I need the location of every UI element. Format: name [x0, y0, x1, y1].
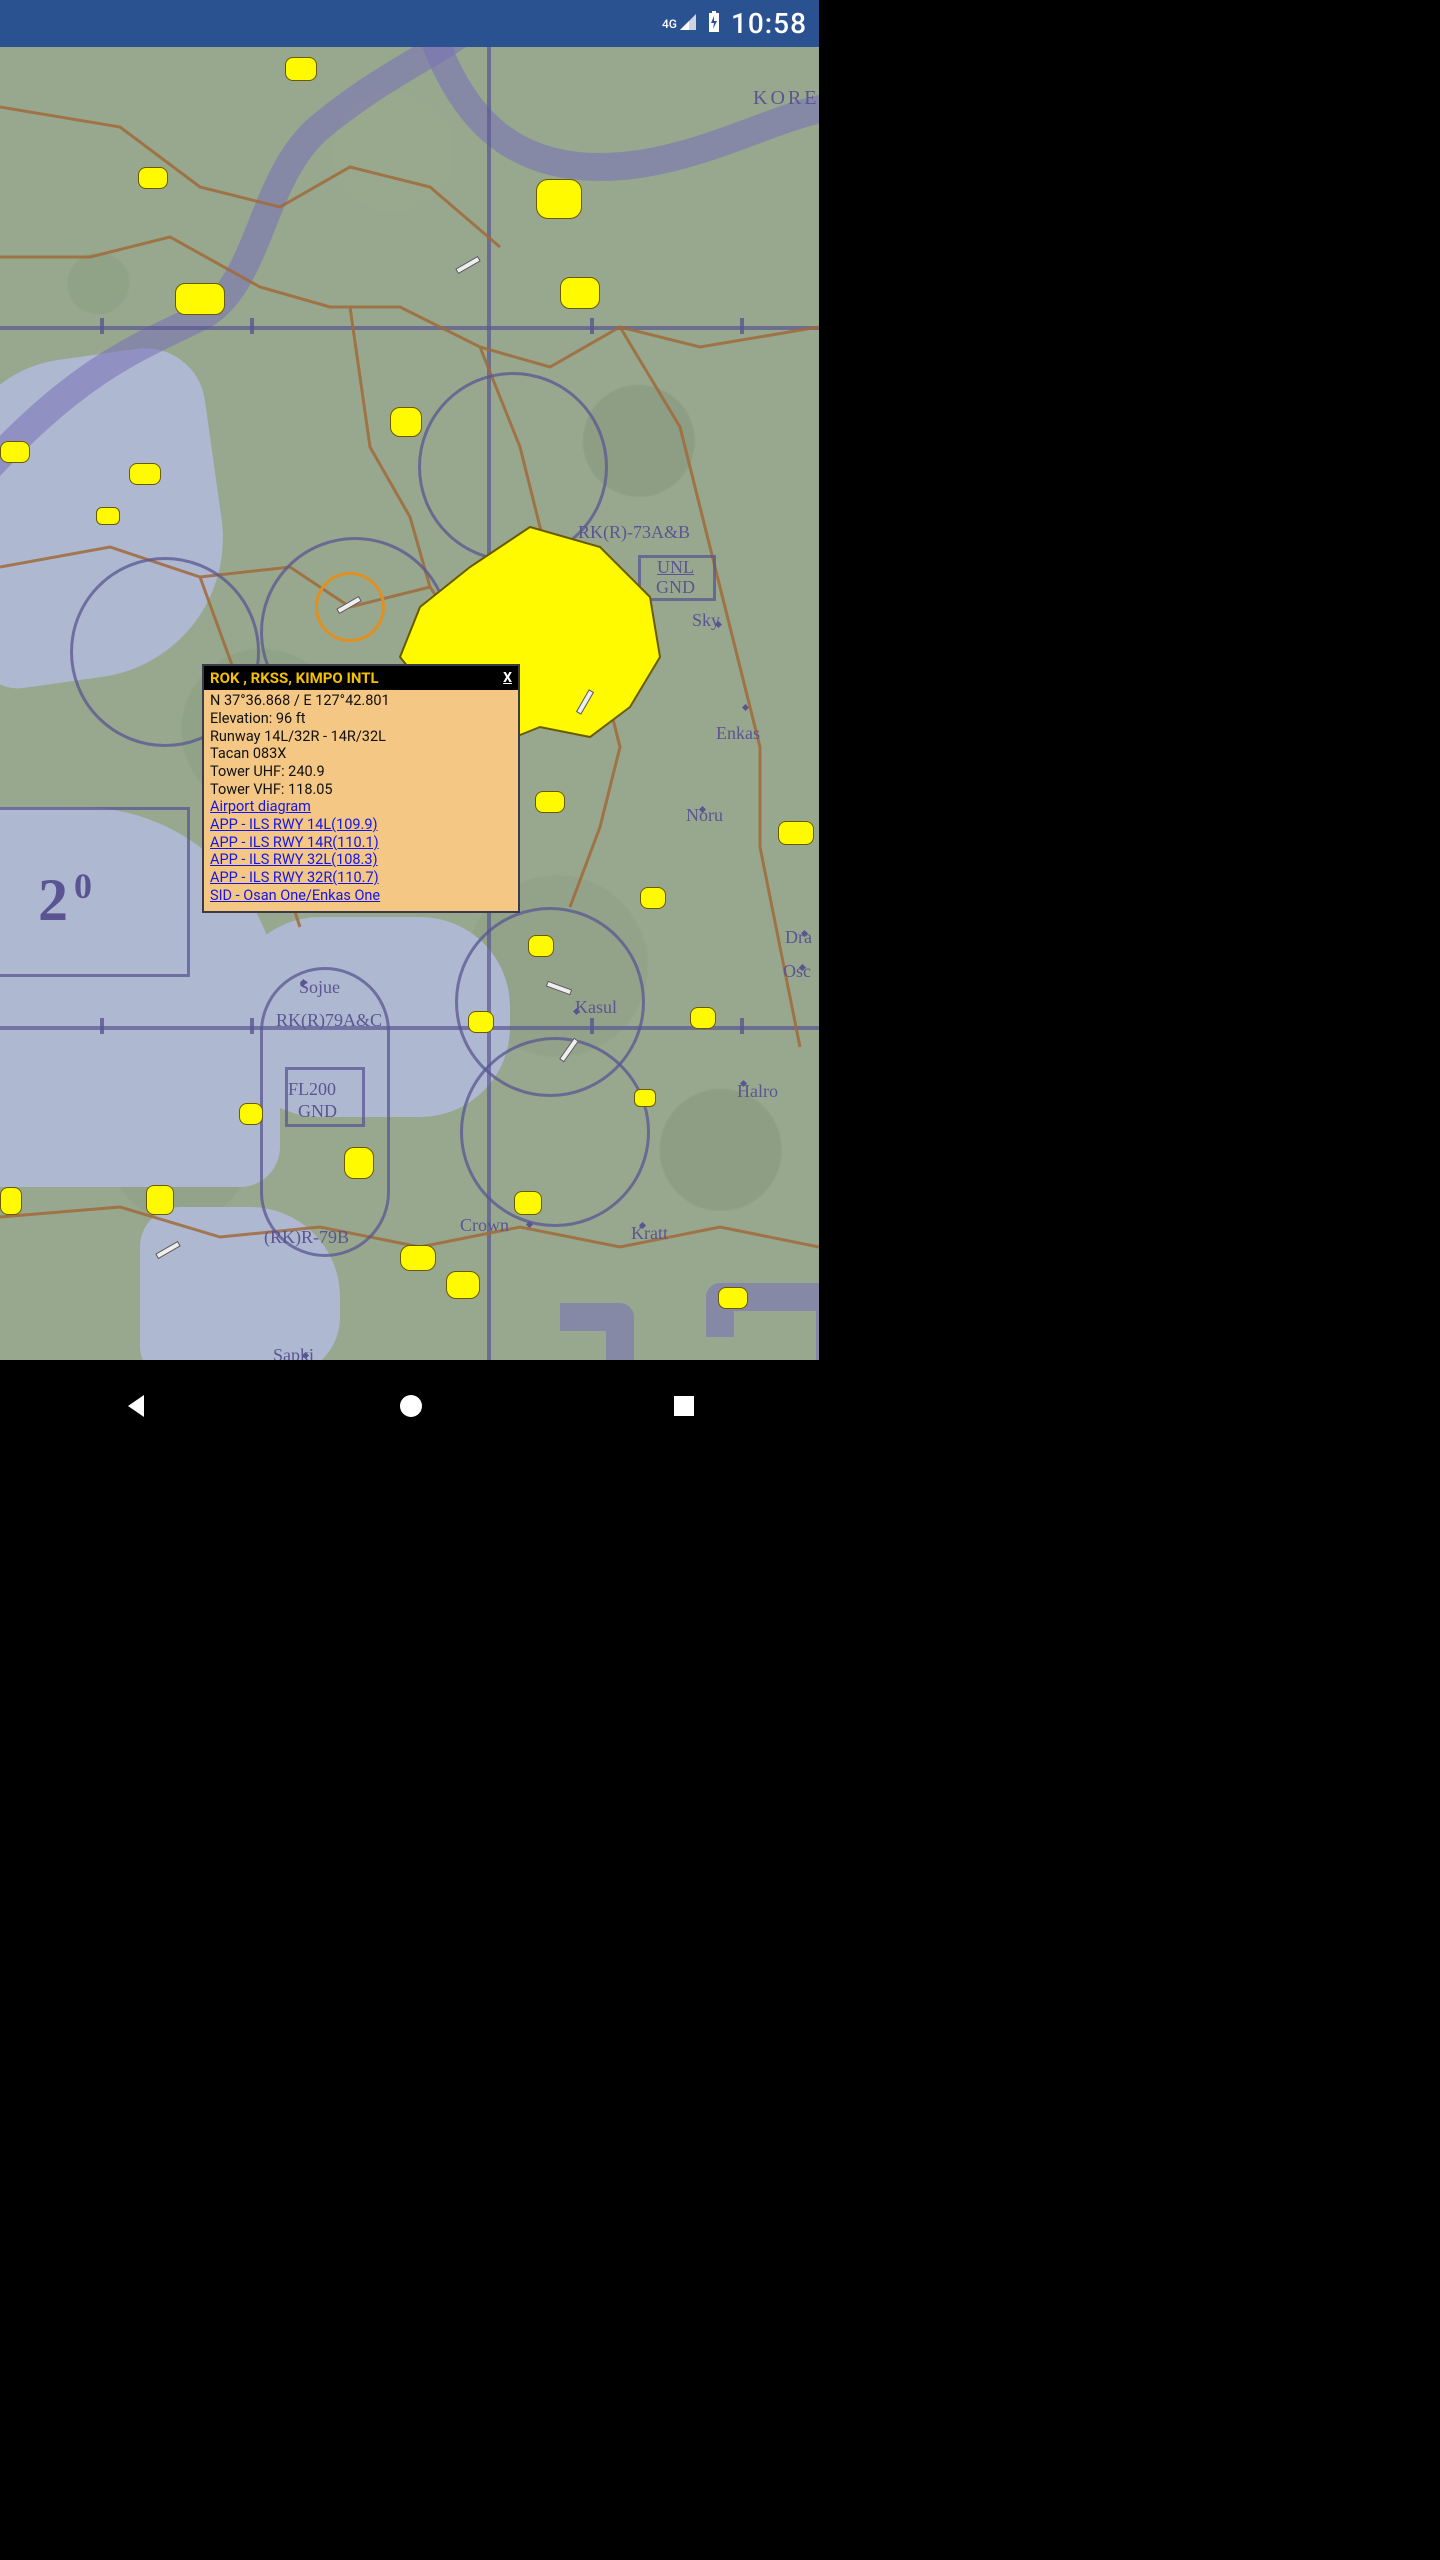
link-app-32l[interactable]: APP - ILS RWY 32L(108.3) — [210, 851, 512, 869]
urban-area — [718, 1287, 748, 1309]
urban-area — [536, 179, 582, 219]
urban-area — [634, 1089, 656, 1107]
popup-tacan: Tacan 083X — [210, 745, 512, 763]
urban-area — [468, 1011, 494, 1033]
map-label-sojue: Sojue — [299, 977, 340, 998]
urban-area — [560, 277, 600, 309]
nav-home-button[interactable] — [396, 1391, 426, 1425]
urban-area — [778, 821, 814, 845]
nav-recent-button[interactable] — [671, 1393, 697, 1423]
urban-area — [446, 1271, 480, 1299]
link-app-14r[interactable]: APP - ILS RWY 14R(110.1) — [210, 834, 512, 852]
clock: 10:58 — [731, 7, 807, 40]
link-app-14l[interactable]: APP - ILS RWY 14L(109.9) — [210, 816, 512, 834]
popup-close-button[interactable]: X — [503, 670, 512, 687]
urban-area — [690, 1007, 716, 1029]
popup-coords: N 37°36.868 / E 127°42.801 — [210, 692, 512, 710]
map-label-halro: Halro — [737, 1081, 778, 1102]
popup-tower-uhf: Tower UHF: 240.9 — [210, 763, 512, 781]
map-label-zone73: RK(R)-73A&B — [578, 522, 690, 543]
popup-runway: Runway 14L/32R - 14R/32L — [210, 728, 512, 746]
urban-area — [400, 1245, 436, 1271]
map-label-two-deg: 20 — [38, 865, 98, 935]
map-label-crown: Crown — [460, 1215, 509, 1236]
urban-area — [528, 935, 554, 957]
urban-area — [96, 507, 120, 525]
popup-header: ROK , RKSS, KIMPO INTL X — [204, 666, 518, 690]
network-label: 4G — [662, 18, 677, 30]
map-label-gnd: GND — [298, 1101, 337, 1122]
map-label-kore: KORE — [753, 87, 819, 110]
urban-area — [129, 463, 161, 485]
airport-selection-ring — [315, 572, 385, 642]
urban-area — [535, 791, 565, 813]
link-sid[interactable]: SID - Osan One/Enkas One — [210, 887, 512, 905]
map-label-enkas: Enkas — [716, 723, 760, 744]
aeronautical-map[interactable]: FL200 GND (RK)R-79B RK(R)79A&C KORE R — [0, 47, 819, 1360]
map-label-zone79b: (RK)R-79B — [264, 1227, 349, 1248]
urban-area — [146, 1185, 174, 1215]
map-label-noru: Noru — [686, 805, 723, 826]
map-label-dra: Dra — [785, 927, 812, 948]
android-status-bar: 4G 10:58 — [0, 0, 819, 47]
urban-area — [390, 407, 422, 437]
map-label-osc: Osc — [783, 961, 811, 982]
nav-back-button[interactable] — [122, 1391, 152, 1425]
two-deg-number: 2 — [38, 867, 74, 933]
link-app-32r[interactable]: APP - ILS RWY 32R(110.7) — [210, 869, 512, 887]
urban-area — [640, 887, 666, 909]
map-label-zone79ac: RK(R)79A&C — [276, 1010, 382, 1031]
map-label-sapki: Sapki — [273, 1345, 314, 1360]
link-airport-diagram[interactable]: Airport diagram — [210, 798, 512, 816]
popup-title: ROK , RKSS, KIMPO INTL — [210, 669, 379, 687]
signal-icon — [679, 13, 697, 35]
battery-charging-icon — [707, 11, 721, 37]
map-label-kratt: Kratt — [631, 1223, 668, 1244]
compass-rose — [460, 1037, 650, 1227]
popup-body: N 37°36.868 / E 127°42.801 Elevation: 96… — [204, 690, 518, 910]
map-label-gnd: GND — [656, 577, 695, 598]
urban-area — [138, 167, 168, 189]
urban-area — [0, 441, 30, 463]
urban-area — [285, 57, 317, 81]
urban-area — [344, 1147, 374, 1179]
map-label-kasul: Kasul — [575, 997, 617, 1018]
two-deg-sup: 0 — [74, 866, 98, 906]
urban-area — [239, 1103, 263, 1125]
urban-area — [514, 1191, 542, 1215]
urban-area — [0, 1187, 22, 1215]
map-label-sky: Sky — [692, 610, 720, 631]
android-nav-bar — [0, 1360, 819, 1456]
urban-area — [175, 283, 225, 315]
popup-tower-vhf: Tower VHF: 118.05 — [210, 781, 512, 799]
map-label-unl: UNL — [657, 557, 694, 578]
map-label-fl200: FL200 — [288, 1079, 336, 1100]
airport-info-popup: ROK , RKSS, KIMPO INTL X N 37°36.868 / E… — [202, 664, 520, 913]
popup-elevation: Elevation: 96 ft — [210, 710, 512, 728]
